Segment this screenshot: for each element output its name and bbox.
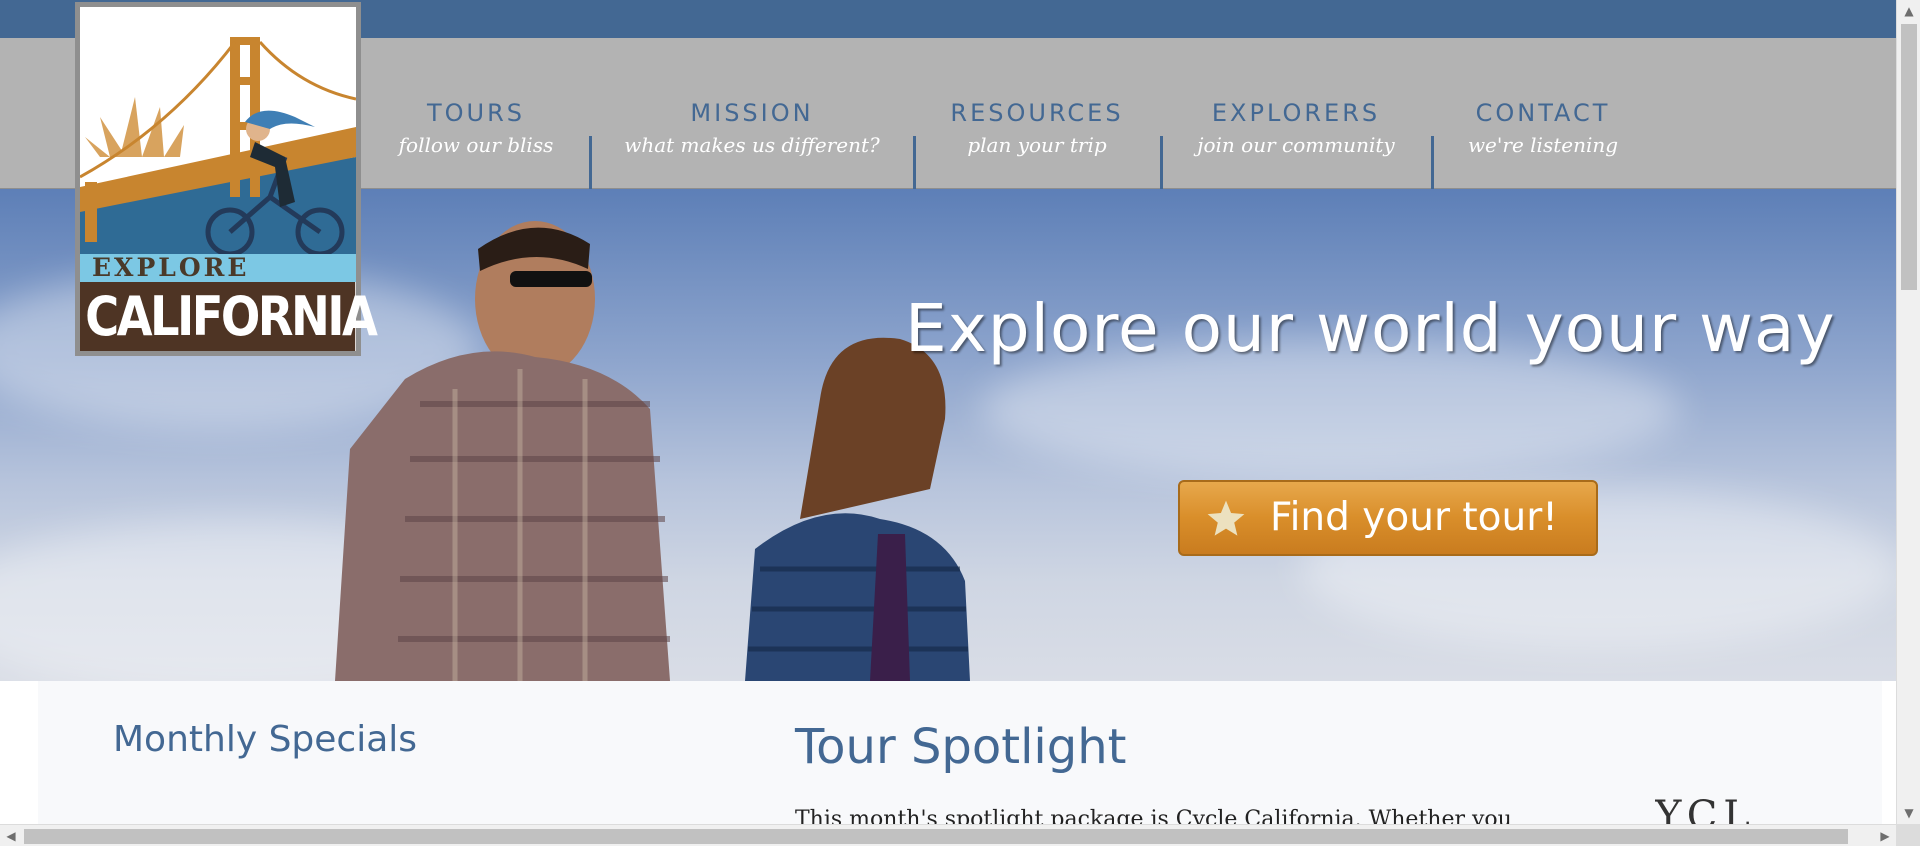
nav-item-tours[interactable]: TOURS follow our bliss (398, 98, 554, 198)
logo-text-explore: EXPLORE (80, 254, 356, 282)
find-tour-label: Find your tour! (1270, 495, 1558, 540)
nav-item-tagline: plan your trip (967, 133, 1107, 157)
find-tour-button[interactable]: Find your tour! (1178, 480, 1598, 556)
nav-item-contact[interactable]: CONTACT we're listening (1462, 98, 1624, 198)
scroll-up-icon[interactable]: ▲ (1897, 0, 1920, 22)
nav-item-tagline: join our community (1197, 133, 1395, 157)
content-panel: Monthly Specials Tour Spotlight This mon… (38, 681, 1882, 846)
scroll-left-icon[interactable]: ◀ (0, 825, 22, 847)
horizontal-scrollbar[interactable]: ◀ ▶ (0, 824, 1896, 846)
vertical-scrollbar[interactable]: ▲ ▼ (1896, 0, 1920, 824)
nav-divider (913, 136, 916, 196)
logo-text-california: CALIFORNIA (80, 282, 378, 351)
vertical-scroll-thumb[interactable] (1901, 24, 1917, 290)
nav-item-label[interactable]: EXPLORERS (1192, 98, 1400, 128)
nav-item-tagline: what makes us different? (624, 133, 880, 157)
nav-item-label[interactable]: MISSION (622, 98, 882, 128)
scroll-right-icon[interactable]: ▶ (1874, 825, 1896, 847)
horizontal-scroll-thumb[interactable] (24, 829, 1848, 844)
site-logo[interactable]: EXPLORE CALIFORNIA (75, 2, 378, 356)
nav-item-label[interactable]: CONTACT (1462, 98, 1624, 128)
nav-divider (1160, 136, 1163, 196)
nav-divider (589, 136, 592, 196)
nav-item-label[interactable]: TOURS (398, 98, 554, 128)
nav-item-tagline: follow our bliss (398, 133, 554, 157)
hero-headline: Explore our world your way (905, 290, 1836, 367)
golden-gate-bridge-icon (80, 37, 356, 257)
nav-item-tagline: we're listening (1467, 133, 1619, 157)
nav-item-mission[interactable]: MISSION what makes us different? (622, 98, 882, 198)
tour-spotlight-heading: Tour Spotlight (795, 719, 1127, 775)
scrollbar-corner (1896, 824, 1920, 846)
nav-item-resources[interactable]: RESOURCES plan your trip (945, 98, 1129, 198)
nav-divider (1431, 136, 1434, 196)
nav-item-explorers[interactable]: EXPLORERS join our community (1192, 98, 1400, 198)
nav-item-label[interactable]: RESOURCES (945, 98, 1129, 128)
star-icon (1207, 500, 1245, 536)
monthly-specials-heading: Monthly Specials (113, 719, 418, 760)
scroll-down-icon[interactable]: ▼ (1897, 802, 1920, 824)
